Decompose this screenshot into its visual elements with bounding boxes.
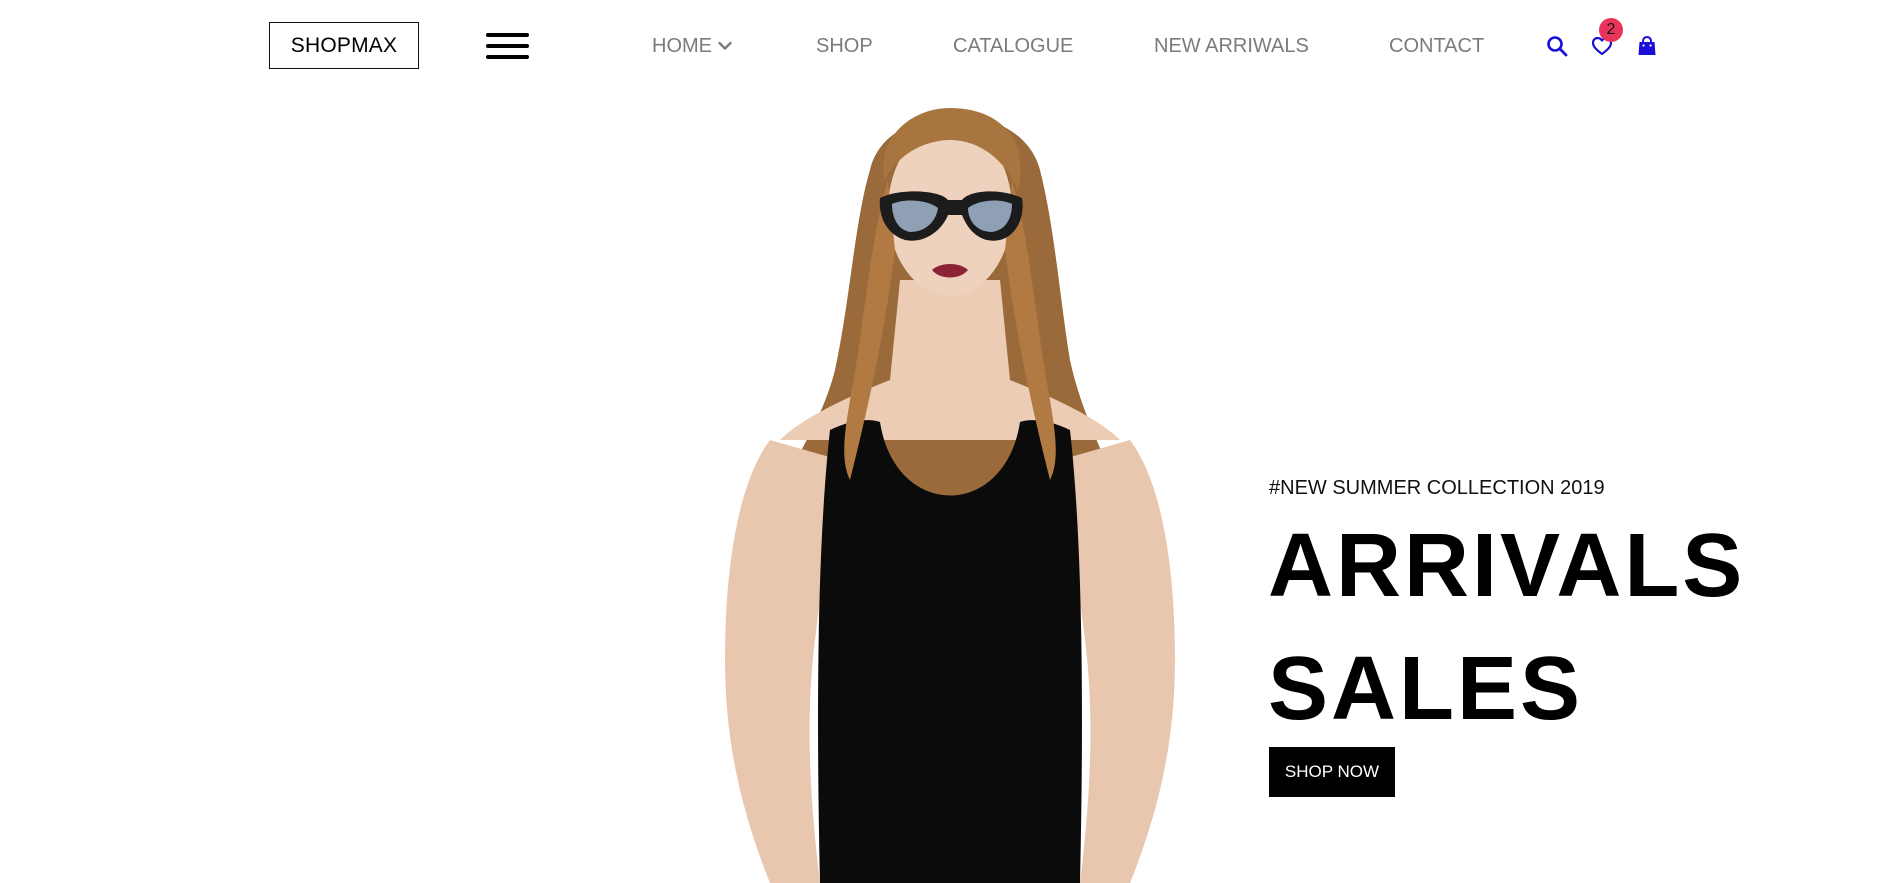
nav-new-arrivals[interactable]: NEW ARRIWALS [1154,34,1309,58]
hamburger-bar [486,55,529,59]
hero-model-image [725,108,1175,883]
nav-home-label: HOME [652,35,712,57]
nav-catalogue[interactable]: CATALOGUE [953,34,1073,58]
shop-now-button[interactable]: SHOP NOW [1269,747,1395,797]
search-icon[interactable] [1546,35,1568,57]
logo[interactable]: SHOPMAX [269,22,419,69]
hero-tagline: #NEW SUMMER COLLECTION 2019 [1269,477,1605,499]
hamburger-bar [486,44,529,48]
shopping-bag-icon[interactable] [1636,35,1658,57]
chevron-down-icon [718,41,732,50]
nav-shop[interactable]: SHOP [816,34,873,58]
hamburger-menu-icon[interactable] [486,33,529,59]
wishlist-count-badge: 2 [1599,18,1623,42]
hero-headline-sales: SALES [1268,639,1584,739]
hamburger-bar [486,33,529,37]
nav-home[interactable]: HOME [652,34,732,58]
page: SHOPMAX HOME SHOP CATALOGUE NEW ARRIWALS… [0,0,1891,883]
nav-contact[interactable]: CONTACT [1389,34,1484,58]
hero-headline-arrivals: ARRIVALS [1268,516,1746,616]
